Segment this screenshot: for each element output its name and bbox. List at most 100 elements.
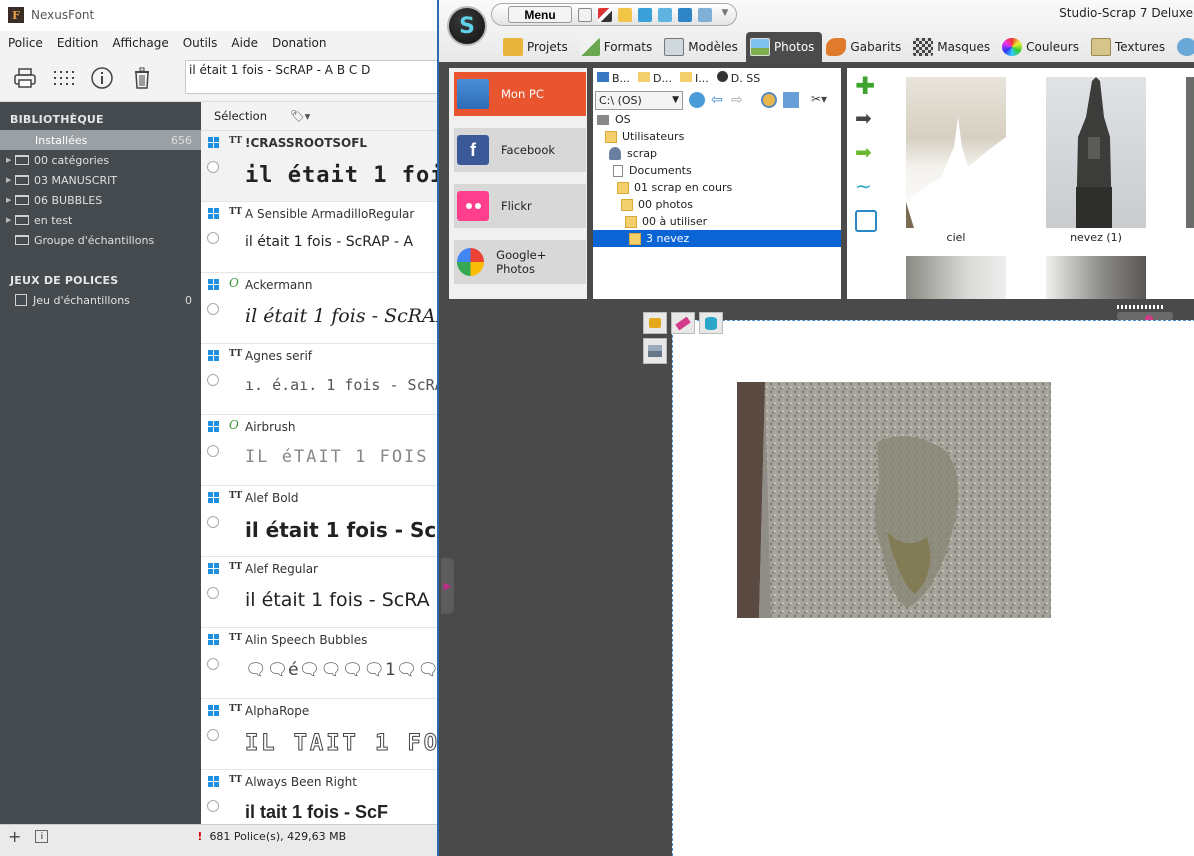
eraser-icon[interactable] (671, 312, 695, 334)
font-row[interactable]: TT Alef Regular il était 1 fois - ScRA (201, 557, 440, 628)
layers-icon[interactable] (699, 312, 723, 334)
select-radio[interactable] (207, 161, 219, 173)
tools-icon[interactable] (598, 8, 612, 22)
image-props-icon[interactable] (643, 338, 667, 364)
tree-node[interactable]: 00 à utiliser (625, 213, 707, 230)
expand-arrow-icon[interactable]: ▶ (6, 176, 14, 184)
tab-gabarits[interactable]: Gabarits (822, 32, 909, 62)
breadcrumb-item[interactable]: I... (680, 71, 709, 85)
tab-couleurs[interactable]: Couleurs (998, 32, 1087, 62)
grid-icon[interactable] (51, 65, 77, 91)
curve-icon[interactable]: ∼ (855, 176, 877, 198)
font-row[interactable]: TT A Sensible ArmadilloRegular il était 1 … (201, 202, 440, 273)
source-google-photos[interactable]: Google+ Photos (454, 240, 586, 284)
tree-node[interactable]: OS (597, 111, 631, 128)
lock-icon[interactable] (643, 312, 667, 334)
drive-select[interactable]: C:\ (OS) ▼ (595, 91, 683, 110)
refresh-icon[interactable] (689, 92, 705, 108)
select-radio[interactable] (207, 729, 219, 741)
tab-projets[interactable]: Projets (499, 32, 576, 62)
tree-node[interactable]: 01 scrap en cours (617, 179, 732, 196)
select-radio[interactable] (207, 232, 219, 244)
select-radio[interactable] (207, 445, 219, 457)
import-icon[interactable]: ➡ (855, 142, 877, 164)
select-radio[interactable] (207, 587, 219, 599)
menu-outils[interactable]: Outils (183, 36, 218, 50)
view-icon[interactable] (783, 92, 799, 108)
thumbnail-partial[interactable] (1186, 77, 1194, 228)
stone-photo[interactable] (737, 382, 1051, 618)
open-folder-icon[interactable] (618, 8, 632, 22)
tab-formats[interactable]: Formats (576, 32, 661, 62)
tab-photos[interactable]: Photos (745, 32, 823, 62)
select-radio[interactable] (207, 800, 219, 812)
forward-icon[interactable]: ⇨ (731, 93, 743, 107)
tree-node[interactable]: scrap (609, 145, 657, 162)
expand-arrow-icon[interactable]: ▶ (6, 196, 14, 204)
menu-aide[interactable]: Aide (231, 36, 258, 50)
font-row[interactable]: TT AlphaRope IL TAIT 1 FOI (201, 699, 440, 770)
print-icon[interactable] (12, 65, 38, 91)
font-row[interactable]: O Airbrush IL éTAIT 1 FOIS - S (201, 415, 440, 486)
studio-logo-icon[interactable]: S (447, 6, 487, 46)
tab-masques[interactable]: Masques (909, 32, 998, 62)
breadcrumb-item[interactable]: D. SS (716, 71, 760, 85)
save-icon[interactable] (638, 8, 652, 22)
add-photo-icon[interactable]: ✚ (855, 74, 877, 98)
expand-arrow-icon[interactable]: ▶ (6, 216, 14, 224)
export-icon[interactable] (698, 8, 712, 22)
new-page-icon[interactable] (578, 8, 592, 22)
menu-affichage[interactable]: Affichage (112, 36, 168, 50)
source-mon-pc[interactable]: Mon PC (454, 72, 586, 116)
select-radio[interactable] (207, 658, 219, 670)
tree-node[interactable]: Documents (613, 162, 692, 179)
sidebar-folder[interactable]: ▶ 00 catégories (0, 150, 201, 170)
sidebar-sample-group[interactable]: Groupe d'échantillons (0, 230, 201, 250)
tab-modeles[interactable]: Modèles (660, 32, 746, 62)
menu-donation[interactable]: Donation (272, 36, 327, 50)
font-row[interactable]: TT Agnes serif ı. é.aı. 1 fois - ScRAP (201, 344, 440, 415)
preview-text-input[interactable] (185, 60, 445, 94)
tab-more[interactable] (1173, 32, 1194, 62)
menu-edition[interactable]: Edition (57, 36, 99, 50)
add-icon[interactable]: + (8, 827, 21, 846)
sidebar-folder[interactable]: ▶ en test (0, 210, 201, 230)
font-row[interactable]: TT Alef Bold il était 1 fois - ScR (201, 486, 440, 557)
expand-arrow-icon[interactable]: ▶ (6, 156, 14, 164)
sidebar-folder[interactable]: ▶ 03 MANUSCRIT (0, 170, 201, 190)
fit-icon[interactable] (855, 210, 877, 232)
breadcrumb-item[interactable]: D... (638, 71, 672, 85)
thumbnail-row2-2[interactable] (1046, 256, 1146, 299)
sidebar-folder[interactable]: ▶ 06 BUBBLES (0, 190, 201, 210)
font-row[interactable]: TT Alin Speech Bubbles 🗨🗨é🗨🗨🗨🗨1🗨🗨 (201, 628, 440, 699)
chevron-down-icon[interactable]: ▼ (718, 8, 732, 22)
tree-node-selected[interactable]: 3 nevez (593, 230, 841, 247)
menu-button[interactable]: Menu (508, 6, 572, 23)
trash-icon[interactable] (129, 65, 155, 91)
font-row[interactable]: TT Always Been Right il tait 1 fois - ScF (201, 770, 440, 824)
breadcrumb-item[interactable]: B... (597, 71, 630, 85)
select-radio[interactable] (207, 516, 219, 528)
thumbnail-nevez[interactable] (1046, 77, 1146, 228)
save-as-icon[interactable] (678, 8, 692, 22)
select-radio[interactable] (207, 303, 219, 315)
sidebar-sample-set[interactable]: Jeu d'échantillons 0 (0, 290, 201, 310)
info-icon[interactable] (89, 65, 115, 91)
tools-dropdown-icon[interactable]: ✂▾ (811, 92, 831, 108)
thumbnail-ciel[interactable] (906, 77, 1006, 228)
ruler-handle[interactable] (1117, 312, 1173, 320)
search-icon[interactable] (761, 92, 777, 108)
arrow-right-icon[interactable]: ➡ (855, 108, 877, 130)
thumbnail-row2-1[interactable] (906, 256, 1006, 299)
selection-button[interactable]: Sélection (214, 109, 267, 123)
source-flickr[interactable]: Flickr (454, 184, 586, 228)
font-row[interactable]: TT!CRASSROOTSOFL il était 1 fois - ScRAP (201, 131, 440, 202)
panel-collapse-handle[interactable]: ▶ (441, 558, 454, 614)
tree-node[interactable]: Utilisateurs (605, 128, 684, 145)
back-icon[interactable]: ⇦ (711, 93, 723, 107)
tree-node[interactable]: 00 photos (621, 196, 693, 213)
info-small-icon[interactable]: i (35, 830, 49, 843)
font-row[interactable]: O Ackermann il était 1 fois - ScRAP (201, 273, 440, 344)
tag-filter-icon[interactable]: 🏷▾ (290, 109, 310, 123)
source-facebook[interactable]: f Facebook (454, 128, 586, 172)
